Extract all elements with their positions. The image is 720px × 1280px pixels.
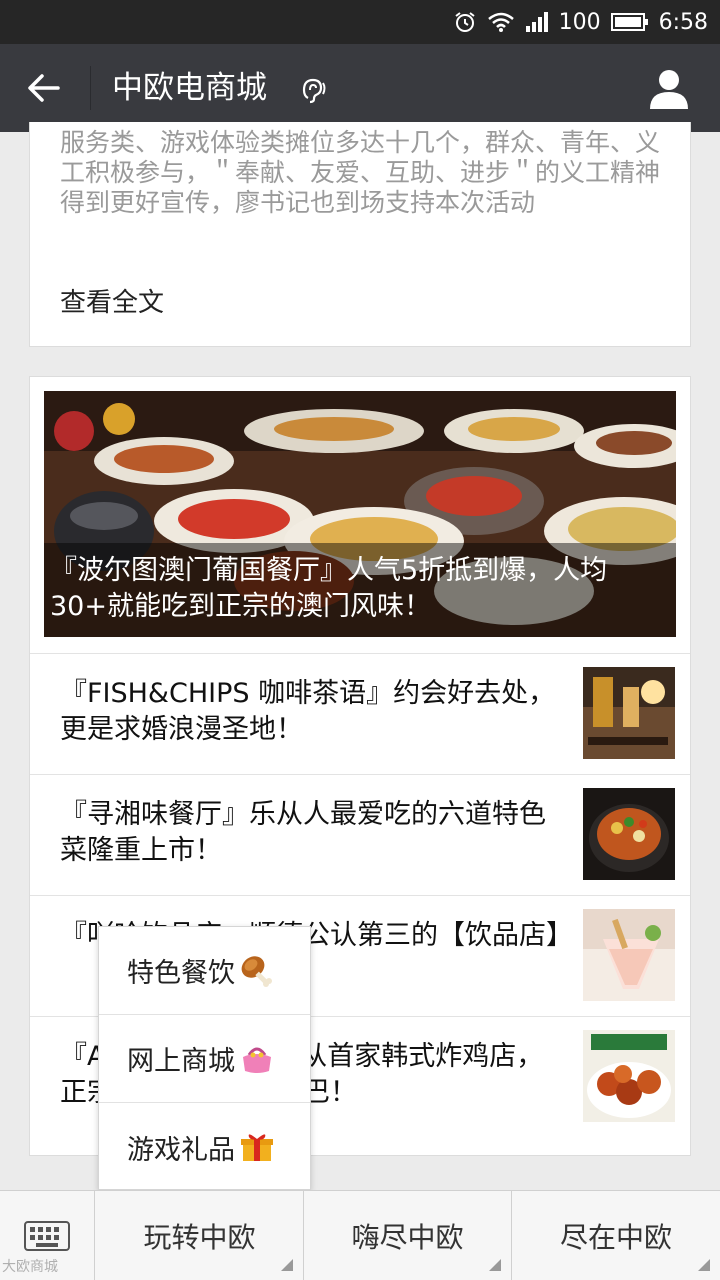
gift-icon: [241, 1134, 273, 1161]
news-thumbnail: [583, 667, 675, 759]
keyboard-icon: [24, 1221, 70, 1251]
watermark: 大欧商城: [2, 1259, 58, 1275]
ear-icon: [302, 78, 326, 104]
title-bar: 中欧电商城: [0, 44, 720, 132]
menu-button-label: 嗨尽中欧: [351, 1221, 464, 1254]
menu-button-enjoy[interactable]: 嗨尽中欧: [304, 1191, 512, 1280]
menu-button-label: 尽在中欧: [559, 1221, 672, 1254]
profile-icon[interactable]: [648, 66, 690, 110]
submenu-indicator-icon: [698, 1259, 710, 1271]
bottom-menu-bar: 玩转中欧 嗨尽中欧 尽在中欧: [0, 1190, 720, 1280]
submenu-item-label: 特色餐饮: [127, 958, 235, 989]
clock: 6:58: [658, 9, 708, 35]
news-thumbnail: [583, 909, 675, 1001]
hero-caption: 『波尔图澳门葡国餐厅』人气5折抵到爆，人均30+就能吃到正宗的澳门风味！: [44, 543, 676, 637]
menu-button-play[interactable]: 玩转中欧: [96, 1191, 304, 1280]
drumstick-icon: [241, 955, 272, 987]
news-thumbnail: [583, 788, 675, 880]
nav-divider: [90, 66, 91, 110]
news-item-title: 『寻湘味餐厅』乐从人最爱吃的六道特色菜隆重上市！: [60, 799, 546, 866]
purse-icon: [243, 1047, 271, 1073]
battery-icon: [610, 13, 648, 31]
submenu-item-gifts[interactable]: 游戏礼品: [99, 1103, 310, 1191]
page-title: 中欧电商城: [112, 70, 267, 106]
submenu-indicator-icon: [489, 1259, 501, 1271]
back-arrow-icon[interactable]: [22, 68, 66, 108]
news-thumbnail: [583, 1030, 675, 1122]
submenu-item-shop[interactable]: 网上商城: [99, 1015, 310, 1103]
battery-level: 100: [558, 9, 601, 35]
menu-button-all[interactable]: 尽在中欧: [512, 1191, 720, 1280]
wifi-icon: [487, 12, 514, 32]
submenu-item-label: 网上商城: [127, 1046, 235, 1077]
submenu-item-dining[interactable]: 特色餐饮: [99, 927, 310, 1015]
article-excerpt: 服务类、游戏体验类摊位多达十几个，群众、青年、义工积极参与，＂奉献、友爱、互助、…: [60, 128, 661, 217]
news-item[interactable]: 『寻湘味餐厅』乐从人最爱吃的六道特色菜隆重上市！: [30, 774, 690, 895]
news-item[interactable]: 『FISH&CHIPS 咖啡茶语』约会好去处，更是求婚浪漫圣地！: [30, 653, 690, 774]
submenu-item-label: 游戏礼品: [127, 1134, 235, 1166]
alarm-icon: [454, 12, 475, 32]
article-card[interactable]: 服务类、游戏体验类摊位多达十几个，群众、青年、义工积极参与，＂奉献、友爱、互助、…: [29, 122, 691, 347]
status-indicators: 100 6:58: [453, 0, 708, 44]
menu-button-label: 玩转中欧: [143, 1221, 256, 1254]
status-bar: 100 6:58: [0, 0, 720, 44]
read-more-link[interactable]: 查看全文: [60, 282, 164, 319]
news-item-title: 『FISH&CHIPS 咖啡茶语』约会好去处，更是求婚浪漫圣地！: [60, 678, 556, 745]
submenu-indicator-icon: [281, 1259, 293, 1271]
submenu-popup: 特色餐饮 网上商城 游戏礼品: [98, 926, 311, 1190]
hero-news-item[interactable]: 『波尔图澳门葡国餐厅』人气5折抵到爆，人均30+就能吃到正宗的澳门风味！: [44, 391, 676, 637]
signal-icon: [525, 12, 548, 32]
